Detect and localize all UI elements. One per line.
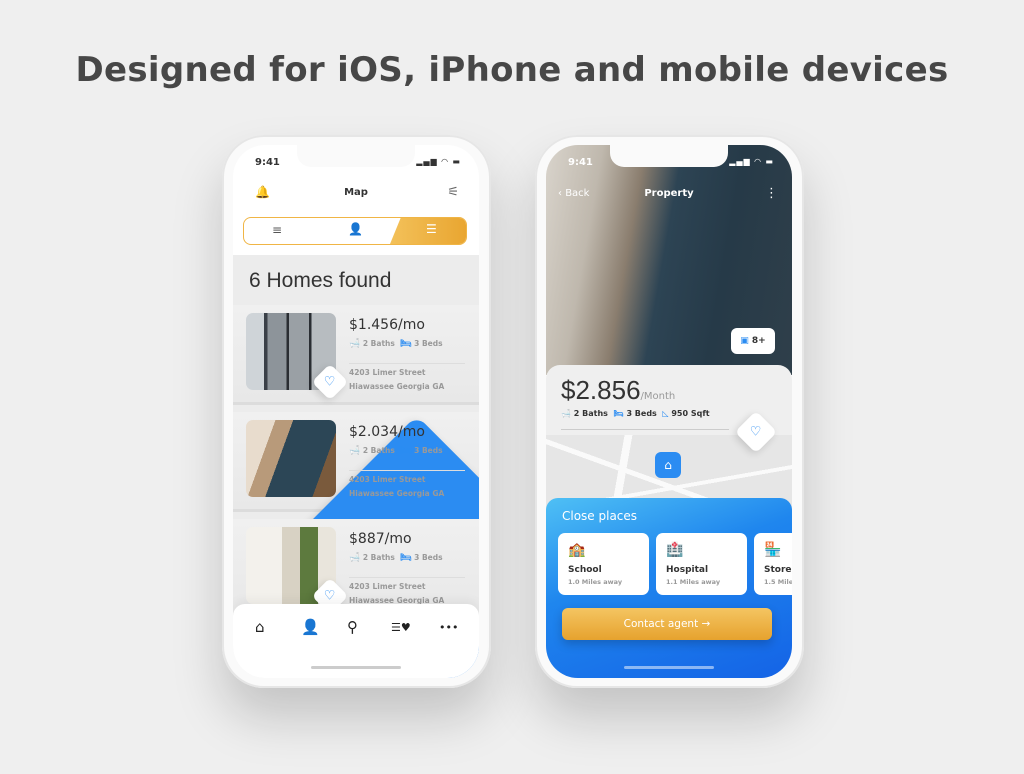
city: Hiawassee Georgia GA — [349, 382, 445, 391]
beds: 3 Beds — [414, 446, 443, 455]
baths: 2 Baths — [362, 446, 395, 455]
heart-icon: ♡ — [324, 588, 336, 604]
home-indicator — [311, 666, 401, 669]
street: 4203 Limer Street — [349, 475, 426, 484]
page-title: Map — [344, 187, 368, 198]
price-value: $2.856 — [561, 375, 641, 405]
listing-address: 4203 Limer Street Hiawassee Georgia GA — [349, 470, 465, 501]
baths: 2 Baths — [362, 553, 395, 562]
listing-address: 4203 Limer Street Hiawassee Georgia GA — [349, 363, 465, 394]
city: Hiawassee Georgia GA — [349, 489, 445, 498]
list-segment[interactable]: ☰ — [426, 222, 437, 236]
listing-card[interactable]: ♡ $2.034/mo 🛁 2 Baths 🛏 3 Beds 4203 Lime… — [233, 412, 479, 678]
bed-icon: 🛏 — [613, 409, 624, 418]
phone-left: 9:41 ▂▄▆ ◠ ▬ 🔔 Map ⚟ ≡ 👤 ☰ 6 Homes found … — [222, 135, 491, 688]
sqft: 950 Sqft — [671, 409, 710, 418]
bed-icon: 🛏 — [400, 446, 412, 456]
details-panel: $2.856/Month 🛁 2 Baths 🛏 3 Beds ◺ 950 Sq… — [546, 365, 792, 678]
store-icon: 🏪 — [764, 542, 782, 558]
filter-segment[interactable]: ≡ — [272, 223, 282, 237]
bath-icon: 🛁 — [349, 446, 361, 456]
results-count: 6 Homes found — [249, 269, 392, 292]
headline: Designed for iOS, iPhone and mobile devi… — [75, 50, 949, 90]
place-distance: 1.0 Miles away — [568, 578, 623, 586]
tab-favorites[interactable]: ☰♥ — [391, 621, 411, 634]
heart-icon: ♡ — [750, 424, 762, 440]
place-name: Store — [764, 565, 792, 575]
map-list-screen: 9:41 ▂▄▆ ◠ ▬ 🔔 Map ⚟ ≡ 👤 ☰ 6 Homes found … — [233, 145, 479, 678]
place-card-school[interactable]: 🏫 School 1.0 Miles away — [558, 533, 649, 595]
gallery-icon: ▣ — [740, 336, 749, 346]
listing-meta: 🛁 2 Baths 🛏 3 Beds — [349, 339, 443, 349]
status-bar: 9:41 ▂▄▆ ◠ ▬ — [568, 157, 774, 171]
status-time: 9:41 — [255, 157, 280, 168]
photo-count: 8+ — [751, 336, 766, 346]
tab-bar: ⌂ 👤 ⚲ ☰♥ ••• — [233, 604, 479, 678]
map-segment[interactable]: 👤 — [348, 222, 363, 236]
place-distance: 1.5 Miles away — [764, 578, 792, 586]
heart-icon: ♡ — [324, 374, 336, 390]
tab-home[interactable]: ⌂ — [255, 618, 265, 636]
baths: 2 Baths — [362, 339, 395, 348]
divider — [561, 429, 729, 430]
listing-photo — [246, 420, 336, 497]
bath-icon: 🛁 — [561, 409, 571, 418]
status-bar: 9:41 ▂▄▆ ◠ ▬ — [255, 157, 461, 171]
home-map-pin-icon[interactable]: ⌂ — [655, 452, 681, 478]
property-meta: 🛁 2 Baths 🛏 3 Beds ◺ 950 Sqft — [561, 409, 710, 418]
photo-count-button[interactable]: ▣ 8+ — [731, 328, 775, 354]
view-switcher: ≡ 👤 ☰ — [243, 217, 467, 245]
bed-icon: 🛏 — [400, 339, 412, 349]
place-card-hospital[interactable]: 🏥 Hospital 1.1 Miles away — [656, 533, 747, 595]
contact-agent-button[interactable]: Contact agent → — [562, 608, 772, 640]
beds: 3 Beds — [414, 339, 443, 348]
close-places-panel: Close places 🏫 School 1.0 Miles away 🏥 Hosp… — [546, 498, 792, 678]
price-period: /Month — [640, 391, 676, 402]
listing-price: $2.034/mo — [349, 424, 425, 440]
bath-icon: 🛁 — [349, 553, 361, 563]
close-places-title: Close places — [562, 509, 638, 523]
tab-search[interactable]: ⚲ — [347, 618, 358, 636]
place-card-store[interactable]: 🏪 Store 1.5 Miles away — [754, 533, 792, 595]
property-screen: 9:41 ▂▄▆ ◠ ▬ ‹ Back Property ⋮ ▣ 8+ $2.85… — [546, 145, 792, 678]
status-time: 9:41 — [568, 157, 593, 168]
tab-map[interactable]: 👤 — [301, 618, 320, 636]
beds: 3 Beds — [626, 409, 657, 418]
more-menu-icon[interactable]: ⋮ — [765, 186, 778, 201]
street: 4203 Limer Street — [349, 368, 426, 377]
page-title: Property — [644, 188, 694, 199]
listing-card[interactable]: ♡ $1.456/mo 🛁 2 Baths 🛏 3 Beds 4203 Lime… — [233, 305, 479, 405]
listing-meta: 🛁 2 Baths 🛏 3 Beds — [349, 446, 443, 456]
status-icons: ▂▄▆ ◠ ▬ — [729, 157, 774, 166]
bath-icon: 🛁 — [349, 339, 361, 349]
hospital-icon: 🏥 — [666, 542, 684, 558]
listing-meta: 🛁 2 Baths 🛏 3 Beds — [349, 553, 443, 563]
listing-price: $1.456/mo — [349, 317, 425, 333]
bed-icon: 🛏 — [400, 553, 412, 563]
filter-settings-icon[interactable]: ⚟ — [447, 185, 459, 200]
street: 4203 Limer Street — [349, 582, 426, 591]
home-indicator — [624, 666, 714, 669]
place-distance: 1.1 Miles away — [666, 578, 721, 586]
beds: 3 Beds — [414, 553, 443, 562]
baths: 2 Baths — [573, 409, 608, 418]
phone-right: 9:41 ▂▄▆ ◠ ▬ ‹ Back Property ⋮ ▣ 8+ $2.85… — [535, 135, 804, 688]
place-name: Hospital — [666, 565, 709, 575]
property-price: $2.856/Month — [561, 375, 675, 406]
place-name: School — [568, 565, 602, 575]
area-icon: ◺ — [662, 409, 669, 418]
listing-price: $887/mo — [349, 531, 412, 547]
tab-more[interactable]: ••• — [439, 621, 458, 634]
school-icon: 🏫 — [568, 542, 586, 558]
status-icons: ▂▄▆ ◠ ▬ — [416, 157, 461, 166]
